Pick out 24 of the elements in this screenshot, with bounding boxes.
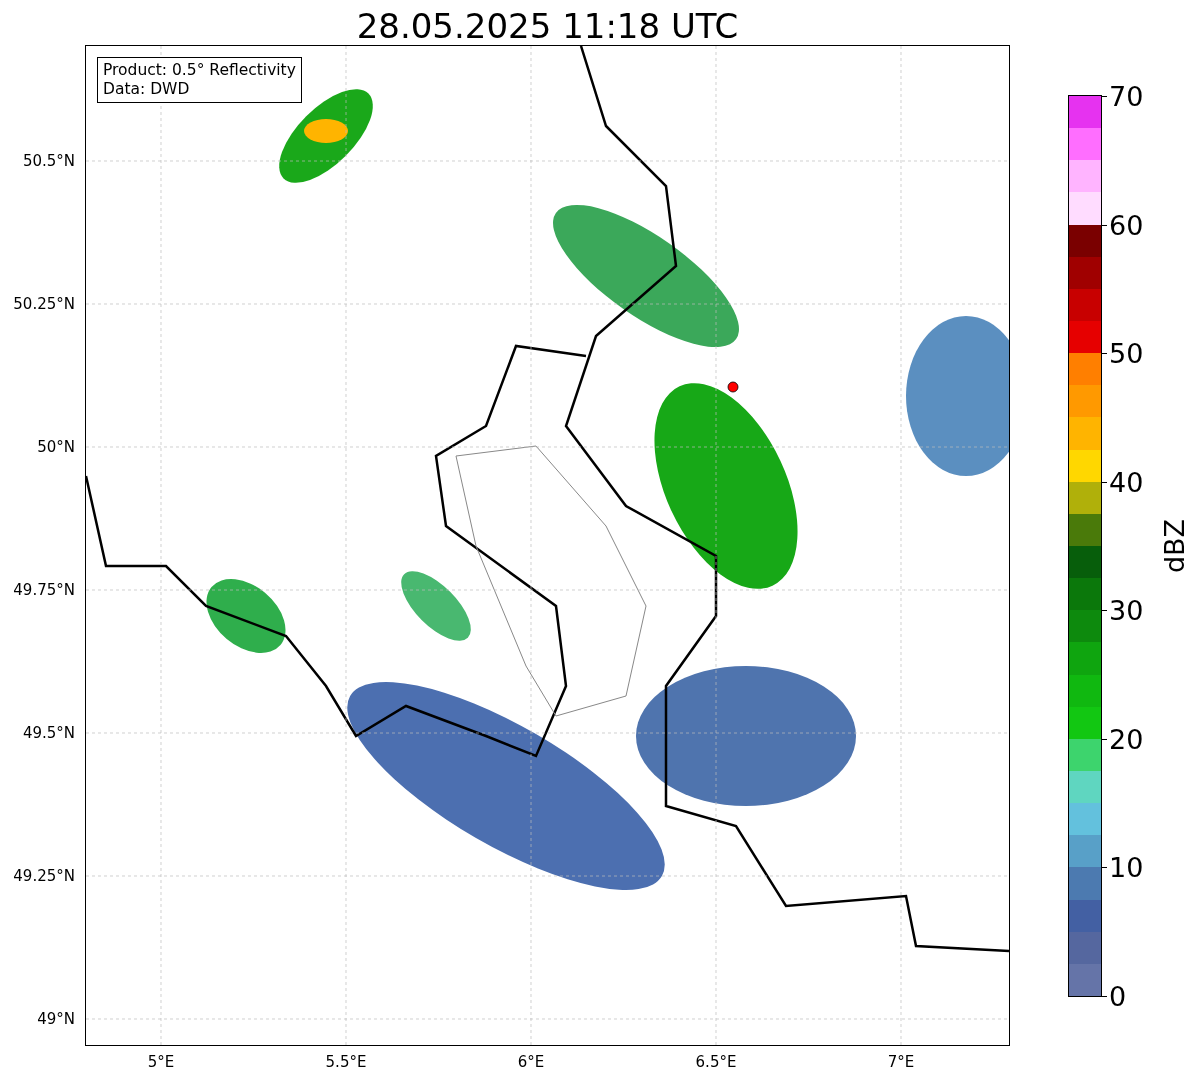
y-tick-label: 49.25°N (13, 867, 75, 885)
colorbar-tick-label: 70 (1109, 80, 1144, 112)
colorbar-tick-label: 30 (1109, 594, 1144, 626)
colorbar-tick-label: 0 (1109, 980, 1127, 1012)
colorbar-tick-label: 50 (1109, 337, 1144, 369)
y-tick-label: 49.5°N (22, 724, 75, 742)
y-tick-label: 49°N (37, 1010, 75, 1028)
x-tick-label: 5.5°E (325, 1053, 367, 1071)
y-tick-label: 50.25°N (13, 295, 75, 313)
x-tick-label: 5°E (147, 1053, 175, 1071)
colorbar-tick-label: 40 (1109, 466, 1144, 498)
x-tick-label: 6°E (517, 1053, 545, 1071)
colorbar-label: dBZ (1158, 518, 1190, 574)
y-tick-label: 50.5°N (22, 152, 75, 170)
colorbar-tick-label: 10 (1109, 851, 1144, 883)
x-tick-label: 6.5°E (695, 1053, 737, 1071)
chart-title: 28.05.2025 11:18 UTC (355, 5, 740, 45)
annotation-text: Product: 0.5° Reflectivity (103, 61, 296, 80)
y-tick-label: 49.75°N (13, 581, 75, 599)
y-tick-label: 50°N (37, 438, 75, 456)
annotation-text: Data: DWD (103, 80, 191, 99)
x-tick-label: 7°E (887, 1053, 915, 1071)
colorbar-tick-label: 20 (1109, 723, 1144, 755)
colorbar-tick-label: 60 (1109, 209, 1144, 241)
